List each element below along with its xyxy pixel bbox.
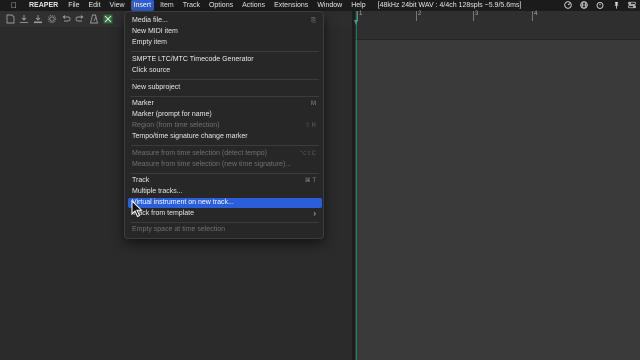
ruler-tick [416, 11, 417, 21]
menu-window[interactable]: Window [314, 0, 345, 11]
save-icon[interactable] [32, 13, 44, 25]
open-project-icon[interactable] [18, 13, 30, 25]
timeline-ruler[interactable]: 1 2 3 4 [355, 11, 640, 40]
menu-bar:  REAPER File Edit View Insert Item Trac… [0, 0, 640, 11]
shortcut-label: ⎘ [311, 18, 316, 24]
pin-icon[interactable] [611, 1, 620, 11]
app-menu[interactable]: REAPER [26, 0, 61, 11]
menu-actions[interactable]: Actions [239, 0, 268, 11]
menu-view[interactable]: View [107, 0, 128, 11]
menu-item-smpte-generator[interactable]: SMPTE LTC/MTC Timecode Generator [128, 55, 322, 65]
menu-separator [131, 51, 319, 52]
menu-item[interactable]: Item [157, 0, 177, 11]
menu-help[interactable]: Help [348, 0, 368, 11]
redo-icon[interactable] [74, 13, 86, 25]
menu-extensions[interactable]: Extensions [271, 0, 311, 11]
menu-item-new-midi-item[interactable]: New MIDI item [128, 27, 322, 37]
chevron-right-icon: › [313, 209, 316, 218]
edit-cursor[interactable] [356, 11, 357, 360]
menu-options[interactable]: Options [206, 0, 236, 11]
menu-item-label: Empty space at time selection [132, 226, 225, 233]
menu-item-track[interactable]: Track ⌘ T [128, 176, 322, 186]
menu-item-label: Multiple tracks... [132, 188, 183, 195]
menu-item-click-source[interactable]: Click source [128, 66, 322, 76]
ruler-label-1: 1 [359, 11, 363, 17]
metronome-icon[interactable] [88, 13, 100, 25]
menu-item-label: Measure from time selection (detect temp… [132, 150, 267, 157]
menu-item-track-from-template[interactable]: Track from template › [128, 209, 322, 219]
menu-item-region: Region (from time selection) ⇧ R [128, 121, 322, 131]
ruler-label-4: 4 [534, 11, 538, 17]
menu-separator [131, 79, 319, 80]
ruler-tick [532, 11, 533, 21]
main-toolbar [0, 11, 124, 27]
globe-icon[interactable] [579, 0, 588, 11]
new-project-icon[interactable] [4, 13, 16, 25]
menu-item-marker-prompt[interactable]: Marker (prompt for name) [128, 110, 322, 120]
timer-icon[interactable] [595, 1, 604, 11]
ruler-label-3: 3 [475, 11, 479, 17]
menu-item-label: Empty item [132, 39, 168, 46]
status-icons [563, 0, 636, 11]
menu-item-label: Click source [132, 67, 171, 74]
menu-item-label: Marker (prompt for name) [132, 111, 212, 118]
audio-status: [48kHz 24bit WAV : 4/4ch 128spls ~5.9/5.… [377, 2, 522, 9]
menu-edit[interactable]: Edit [85, 0, 103, 11]
shortcut-label: ⇧ R [304, 123, 316, 129]
menu-separator [131, 96, 319, 97]
menu-item-empty-space: Empty space at time selection [128, 225, 322, 235]
menu-item-label: Tempo/time signature change marker [132, 133, 248, 140]
menu-item-label: New MIDI item [132, 28, 178, 35]
mouse-cursor-icon [131, 200, 143, 218]
apple-menu-icon[interactable]:  [10, 1, 18, 10]
menu-item-media-file[interactable]: Media file... ⎘ [128, 16, 322, 26]
menu-item-tempo-marker[interactable]: Tempo/time signature change marker [128, 132, 322, 142]
ruler-label-2: 2 [418, 11, 422, 17]
menu-item-multiple-tracks[interactable]: Multiple tracks... [128, 187, 322, 197]
settings-icon[interactable] [46, 13, 58, 25]
menu-item-label: Media file... [132, 17, 168, 24]
ruler-tick [473, 11, 474, 21]
menu-item-empty-item[interactable]: Empty item [128, 38, 322, 48]
menu-file[interactable]: File [65, 0, 82, 11]
shortcut-label: ⌥⇧C [299, 151, 316, 157]
menu-item-label: New subproject [132, 84, 181, 91]
menu-insert[interactable]: Insert [130, 0, 155, 11]
arrange-view[interactable] [355, 11, 640, 360]
menu-item-label: Measure from time selection (new time si… [132, 161, 292, 168]
undo-icon[interactable] [60, 13, 72, 25]
menu-item-label: Region (from time selection) [132, 122, 220, 129]
menu-item-measure-detect-tempo: Measure from time selection (detect temp… [128, 149, 322, 159]
edit-cursor-marker[interactable] [354, 20, 358, 25]
grid-snap-icon[interactable] [102, 13, 114, 25]
menu-separator [131, 145, 319, 146]
insert-menu: Media file... ⎘ New MIDI item Empty item… [124, 11, 324, 239]
menu-item-label: SMPTE LTC/MTC Timecode Generator [132, 56, 254, 63]
menu-item-label: Marker [132, 100, 154, 107]
menu-item-label: Track [132, 177, 150, 184]
menu-track[interactable]: Track [180, 0, 203, 11]
menu-separator [131, 222, 319, 223]
shortcut-label: ⌘ T [304, 178, 316, 184]
menu-item-marker[interactable]: Marker M [128, 99, 322, 109]
menu-item-label: Virtual instrument on new track... [132, 199, 234, 206]
menu-item-virtual-instrument[interactable]: Virtual instrument on new track... [128, 198, 322, 208]
shortcut-label: M [311, 101, 316, 107]
menu-item-new-subproject[interactable]: New subproject [128, 83, 322, 93]
gauge-icon[interactable] [563, 0, 572, 11]
menu-item-measure-new-time-sig: Measure from time selection (new time si… [128, 160, 322, 170]
menu-separator [131, 173, 319, 174]
control-center-icon[interactable] [627, 1, 636, 11]
